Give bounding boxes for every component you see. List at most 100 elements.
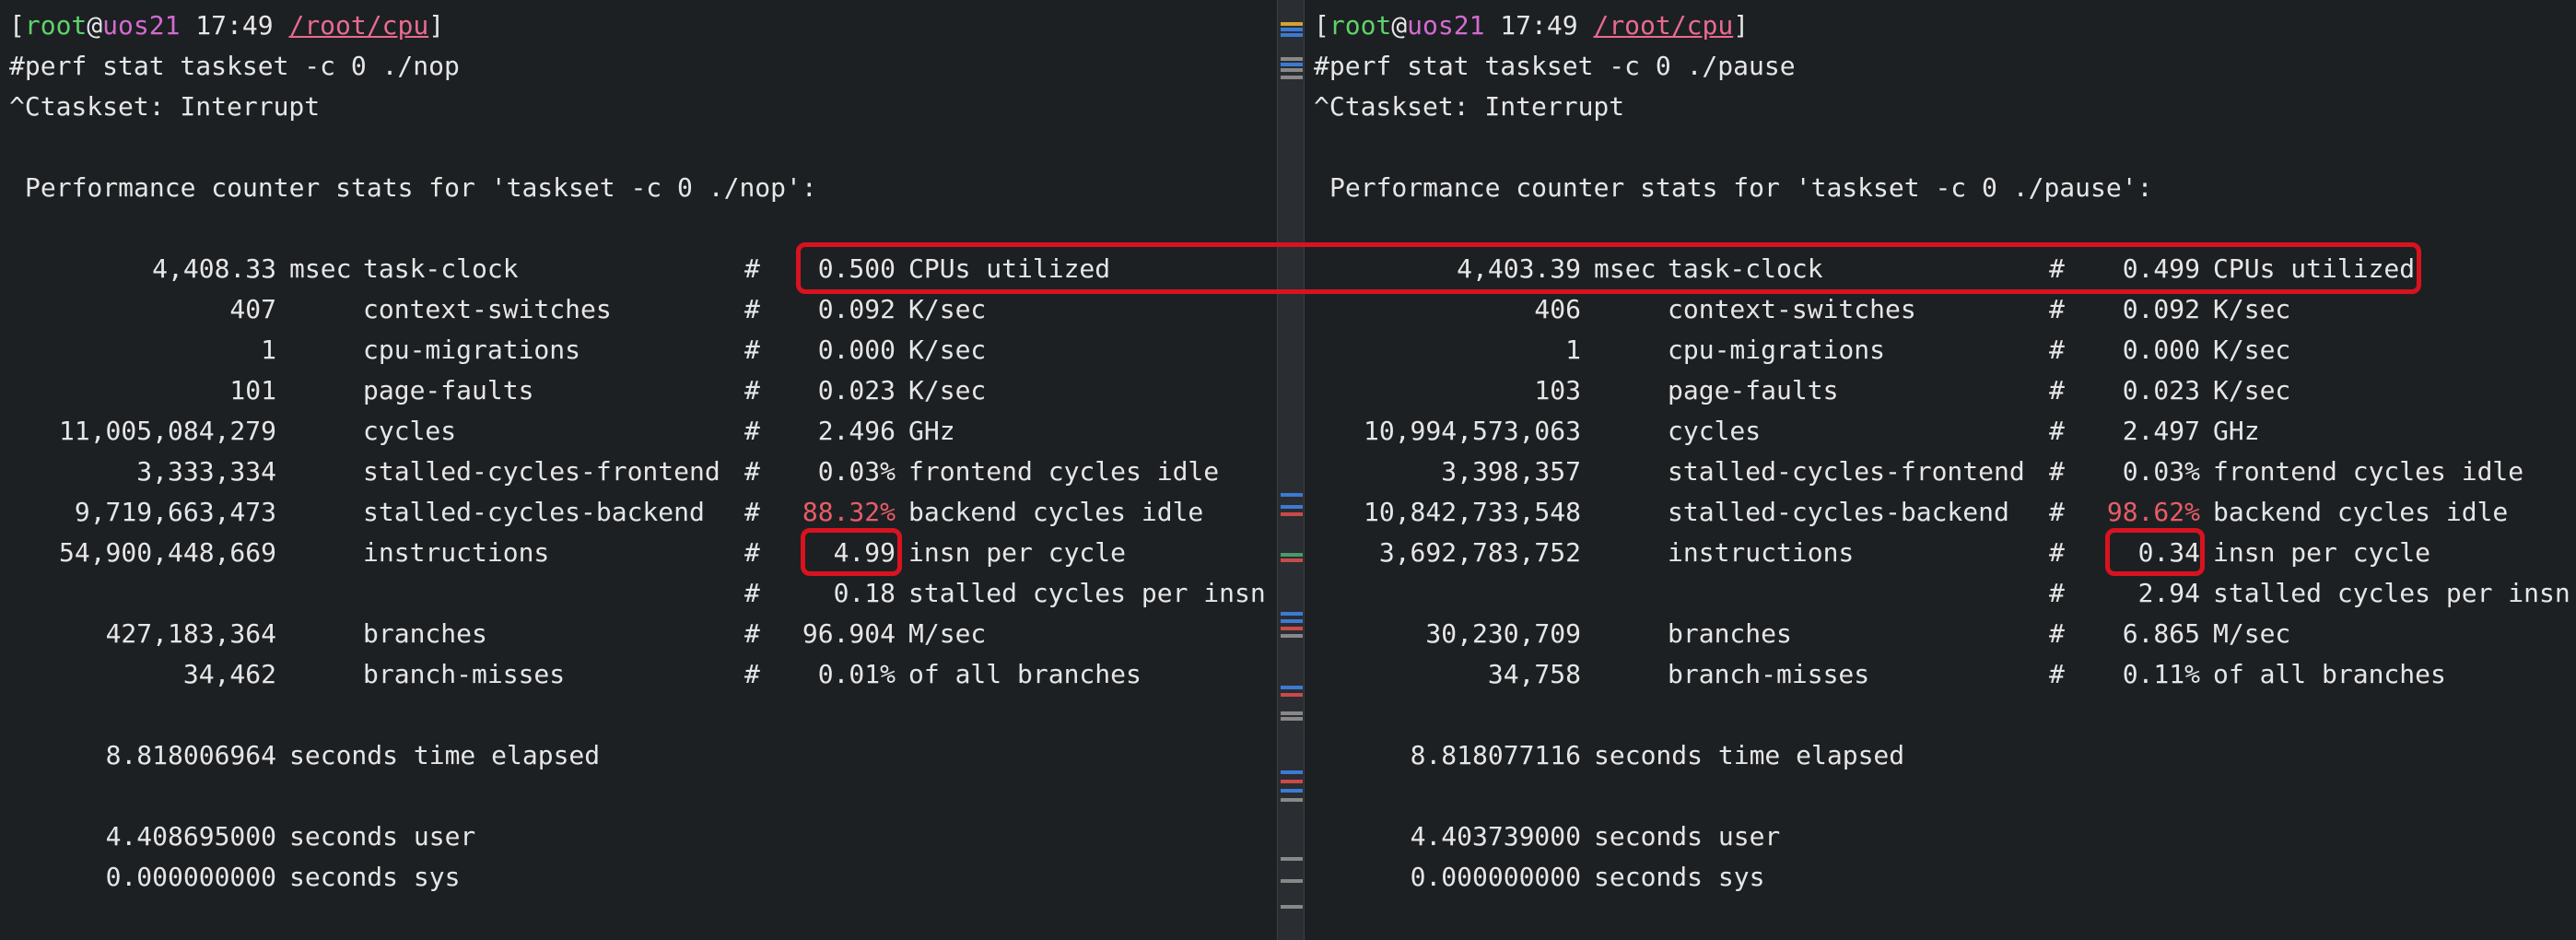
event-name: stalled-cycles-frontend: [1668, 456, 2025, 487]
prompt-host: uos21: [102, 10, 181, 41]
stats-row: 406 context-switches #0.092 K/sec: [1305, 289, 2576, 330]
counter-value: 1: [261, 335, 276, 365]
event-name: branch-misses: [363, 659, 566, 689]
metric-value: 0.023: [2122, 375, 2200, 405]
counter-unit: msec: [289, 253, 352, 284]
prompt-at: @: [1391, 10, 1408, 41]
stats-row: 54,900,448,669 instructions #4.99 insn per …: [0, 533, 1277, 573]
prompt-user: root: [24, 10, 88, 41]
hash-sign: #: [744, 335, 760, 365]
counter-value: 101: [229, 375, 276, 405]
stats-header: Performance counter stats for 'taskset -…: [1329, 172, 2153, 203]
stats-row: #0.18 stalled cycles per insn: [0, 573, 1277, 614]
event-name: cpu-migrations: [1668, 335, 1886, 365]
metric-description: frontend cycles idle: [2213, 456, 2524, 487]
metric-value: 96.904: [802, 618, 896, 649]
counter-value: 30,230,709: [1425, 618, 1581, 649]
prompt-bracket-open: [: [1314, 10, 1329, 41]
counter-value: 3,333,334: [136, 456, 276, 487]
counter-value: 10,842,733,548: [1363, 497, 1581, 527]
hash-sign: #: [744, 618, 760, 649]
user-time-value: 4.403739000: [1410, 821, 1581, 852]
event-name: branch-misses: [1668, 659, 1870, 689]
command-line: #perf stat taskset -c 0 ./pause: [1314, 51, 1796, 81]
metric-description: backend cycles idle: [908, 497, 1204, 527]
counter-value: 427,183,364: [105, 618, 276, 649]
sys-time-line: 0.000000000 seconds sys: [1305, 857, 2576, 898]
event-name: context-switches: [363, 294, 612, 324]
metric-value: 0.03%: [817, 456, 896, 487]
scroll-marker: [1281, 798, 1303, 802]
elapsed-line: 8.818006964 seconds time elapsed: [0, 735, 1277, 776]
scroll-marker: [1281, 857, 1303, 861]
hash-sign: #: [744, 375, 760, 405]
stats-row: 103 page-faults #0.023 K/sec: [1305, 370, 2576, 411]
stats-row: 30,230,709 branches #6.865 M/sec: [1305, 614, 2576, 654]
scroll-marker: [1281, 63, 1303, 66]
metric-value: 2.497: [2122, 416, 2200, 446]
scroll-marker: [1281, 879, 1303, 883]
metric-description: backend cycles idle: [2213, 497, 2509, 527]
event-name: page-faults: [363, 375, 534, 405]
stats-row: 1 cpu-migrations #0.000 K/sec: [1305, 330, 2576, 370]
scroll-marker: [1281, 693, 1303, 697]
scrollbar[interactable]: [1277, 0, 1305, 940]
stats-row: 34,462 branch-misses #0.01% of all branches: [0, 654, 1277, 695]
pane-divider[interactable]: [1277, 0, 1305, 940]
metric-description: insn per cycle: [2213, 537, 2431, 568]
scroll-marker: [1281, 76, 1303, 79]
interrupt-line: ^Ctaskset: Interrupt: [9, 91, 321, 122]
user-time-line: 4.408695000 seconds user: [0, 817, 1277, 857]
elapsed-line: 8.818077116 seconds time elapsed: [1305, 735, 2576, 776]
metric-value: 2.94: [2137, 578, 2200, 608]
event-name: stalled-cycles-frontend: [363, 456, 720, 487]
hash-sign: #: [2049, 416, 2065, 446]
shell-prompt: [root@uos21 17:49 /root/cpu]: [9, 6, 444, 46]
scroll-marker: [1281, 612, 1303, 616]
terminal-pane-left[interactable]: [root@uos21 17:49 /root/cpu] #perf stat …: [0, 0, 1277, 940]
prompt-path: /root/cpu: [1593, 10, 1734, 41]
event-name: cpu-migrations: [363, 335, 581, 365]
event-name: branches: [1668, 618, 1792, 649]
scroll-marker: [1281, 905, 1303, 909]
stats-row: 101 page-faults #0.023 K/sec: [0, 370, 1277, 411]
event-name: branches: [363, 618, 487, 649]
metric-value: 98.62%: [2106, 497, 2200, 527]
scroll-marker: [1281, 619, 1303, 623]
event-name: task-clock: [363, 253, 519, 284]
hash-sign: #: [2049, 537, 2065, 568]
metric-value: 2.496: [817, 416, 896, 446]
scroll-marker: [1281, 686, 1303, 689]
event-name: context-switches: [1668, 294, 1916, 324]
stats-row: 3,692,783,752 instructions #0.34 insn per c…: [1305, 533, 2576, 573]
hash-sign: #: [2049, 294, 2065, 324]
sys-time-line: 0.000000000 seconds sys: [0, 857, 1277, 898]
prompt-at: @: [87, 10, 103, 41]
scroll-marker: [1281, 512, 1303, 516]
scroll-marker: [1281, 711, 1303, 715]
stats-row: 10,994,573,063 cycles #2.497 GHz: [1305, 411, 2576, 452]
sys-time-label: seconds sys: [289, 862, 461, 892]
metric-description: K/sec: [908, 375, 987, 405]
metric-value: 0.03%: [2122, 456, 2200, 487]
hash-sign: #: [2049, 375, 2065, 405]
prompt-host: uos21: [1407, 10, 1485, 41]
hash-sign: #: [744, 497, 760, 527]
scroll-marker: [1281, 789, 1303, 793]
user-time-label: seconds user: [1594, 821, 1781, 852]
metric-value: 0.092: [817, 294, 896, 324]
metric-value: 0.000: [2122, 335, 2200, 365]
event-name: page-faults: [1668, 375, 1839, 405]
hash-sign: #: [2049, 497, 2065, 527]
scroll-marker: [1281, 57, 1303, 61]
sys-time-value: 0.000000000: [1410, 862, 1581, 892]
metric-description: M/sec: [908, 618, 987, 649]
terminal-pane-right[interactable]: [root@uos21 17:49 /root/cpu] #perf stat …: [1305, 0, 2576, 940]
command-line: #perf stat taskset -c 0 ./nop: [9, 51, 460, 81]
interrupt-line: ^Ctaskset: Interrupt: [1314, 91, 1625, 122]
user-time-value: 4.408695000: [105, 821, 276, 852]
scroll-marker: [1281, 505, 1303, 509]
scroll-marker: [1281, 22, 1303, 26]
counter-value: 103: [1534, 375, 1581, 405]
shell-prompt: [root@uos21 17:49 /root/cpu]: [1314, 6, 1749, 46]
